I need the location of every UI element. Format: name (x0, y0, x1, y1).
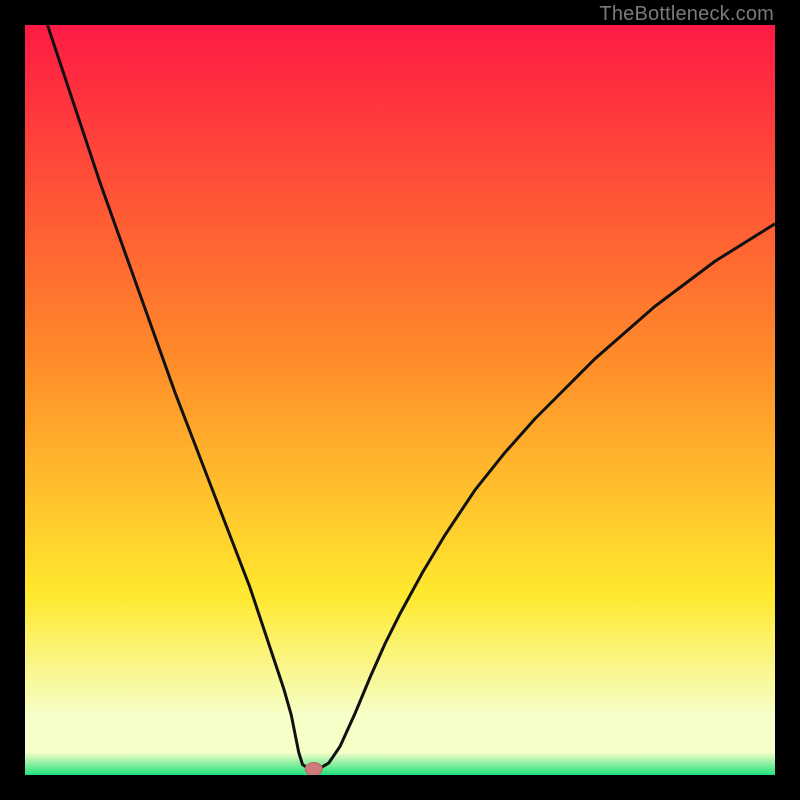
watermark-label: TheBottleneck.com (599, 3, 774, 26)
chart-frame (25, 25, 775, 775)
operating-point-marker (305, 763, 322, 776)
gradient-background (25, 25, 775, 775)
bottleneck-chart (25, 25, 775, 775)
